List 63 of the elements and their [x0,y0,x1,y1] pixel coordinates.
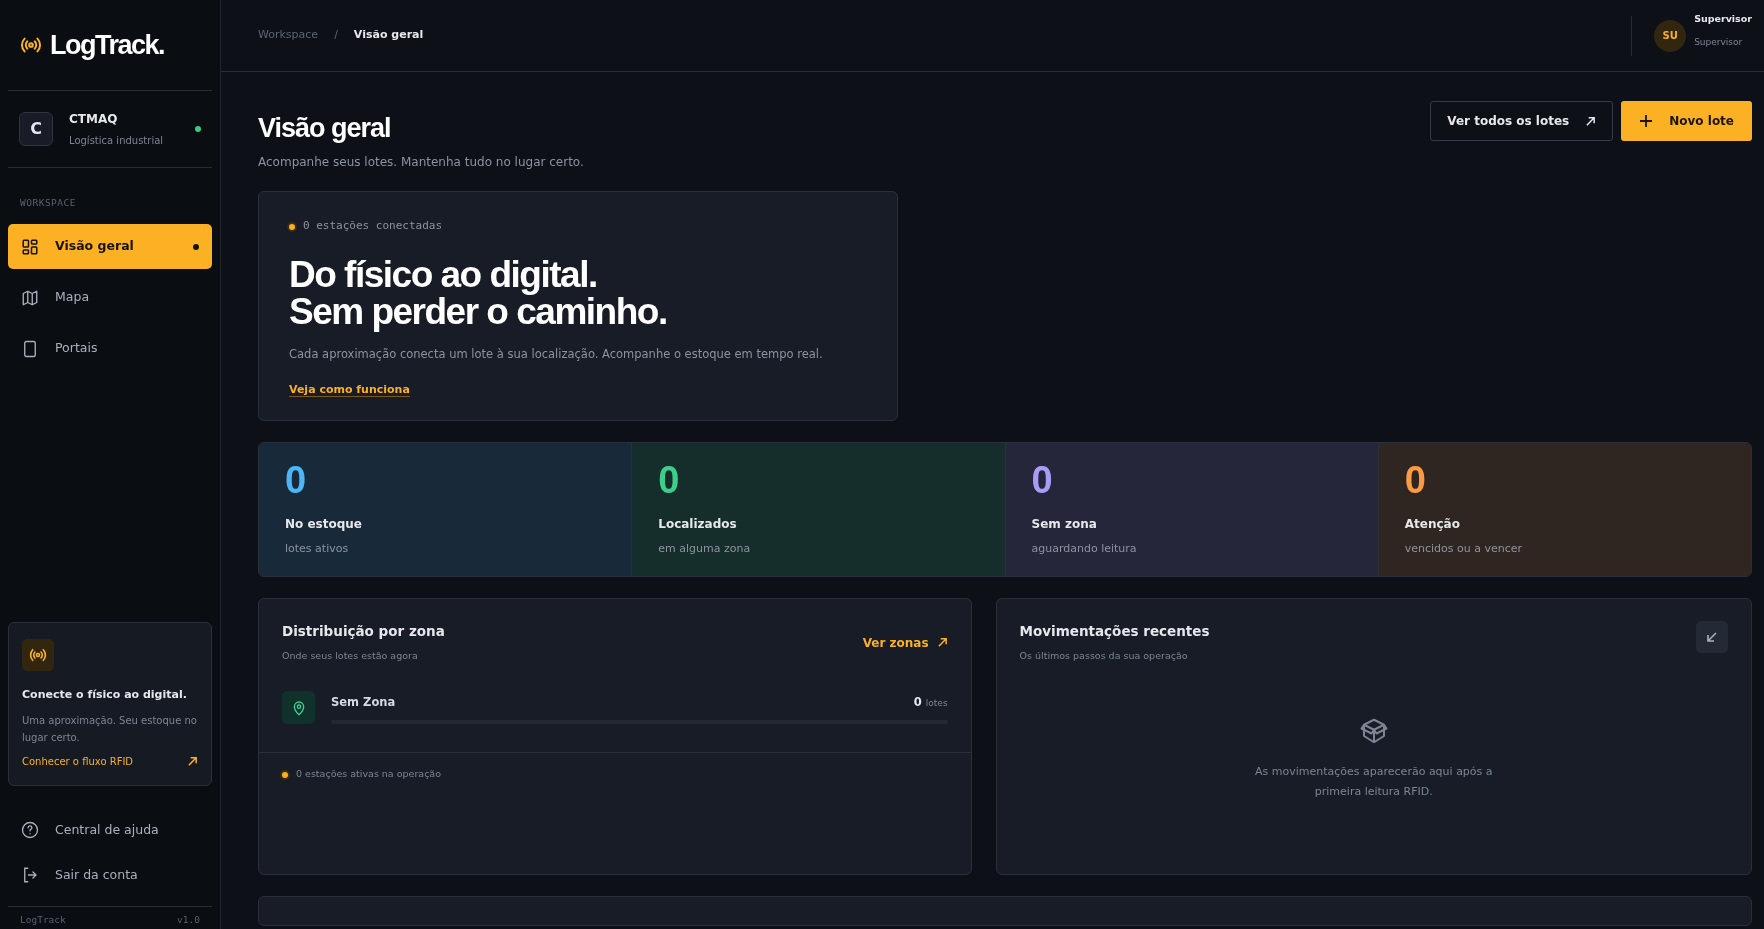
stat-caption: em alguma zona [658,541,752,558]
zone-unit: lotes [925,698,948,709]
user-role: Supervisor [1694,36,1744,50]
org-avatar: C [19,112,53,146]
zone-count: 0 [913,695,922,710]
stat-label: Localizados [658,516,738,534]
nav-item[interactable]: Mapa [8,275,212,321]
zones-link[interactable]: Ver zonas [862,633,948,652]
logo-text: LogTrack. [50,28,165,62]
plus-icon [1639,114,1654,128]
footer-link[interactable]: Sair da conta [8,852,212,898]
logout-icon [21,866,39,885]
hero-link[interactable]: Veja como funciona [289,382,410,397]
org-name: CTMAQ [69,110,119,128]
breadcrumb-separator: / [334,27,338,44]
empty-message: As movimentações aparecerão aqui após a primeira leitura RFID. [1254,763,1494,800]
page-subtitle: Acompanhe seus lotes. Mantenha tudo no lugar certo. [258,153,585,171]
version-label: v1.0 [177,912,200,927]
stat-value: 0 [1404,461,1427,500]
panel-subtitle: Os últimos passos da sua operação [1019,649,1189,664]
panel-title: Movimentações recentes [1019,621,1211,641]
zone-name: Sem Zona [331,694,396,712]
new-batch-button[interactable]: Novo lote [1621,101,1752,141]
stat-value: 0 [658,461,681,500]
status-dot [289,223,295,230]
section-label: WORKSPACE [19,196,77,210]
stat-value: 0 [285,461,308,500]
promo-text: Uma aproximação. Seu estoque no lugar certo. [22,713,198,745]
nav-item[interactable]: Visão geral [8,224,212,270]
arrow-up-right-icon [187,755,198,767]
hero-text: Cada aproximação conecta um lote à sua localização. Acompanhe o estoque em tempo real. [289,345,824,363]
nav-item[interactable]: Portais [8,326,212,372]
tablet-icon [21,339,39,358]
user-name: Supervisor [1694,12,1752,26]
org-subtitle: Logística industrial [69,133,165,148]
collapse-button[interactable] [1696,620,1728,653]
stat-label: No estoque [285,516,363,534]
footer-link[interactable]: Central de ajuda [8,807,212,853]
zones-footer: 0 estações ativas na operação [296,767,441,782]
map-icon [21,288,39,307]
stat-label: Sem zona [1031,516,1098,534]
view-all-button[interactable]: Ver todos os lotes [1430,101,1614,141]
user-avatar[interactable]: SU [1654,19,1687,52]
panel-title: Distribuição por zona [282,621,446,641]
station-status: 0 estações conectadas [303,218,443,235]
arrow-up-right-icon [1585,115,1597,127]
help-icon [21,821,39,840]
stat-caption: vencidos ou a vencer [1404,541,1524,558]
stat-label: Atenção [1404,516,1461,534]
panel-subtitle: Onde seus lotes estão agora [282,649,419,664]
stat-caption: aguardando leitura [1031,541,1138,558]
promo-link[interactable]: Conhecer o fluxo RFID [22,753,198,769]
status-dot [282,771,288,778]
stat-caption: lotes ativos [285,541,350,558]
app-name: LogTrack [20,912,66,927]
hero-headline: Do físico ao digital. [289,255,598,293]
grid-icon [21,237,39,256]
breadcrumb-item[interactable]: Visão geral [353,27,424,44]
arrow-up-right-icon [936,637,948,649]
page-title: Visão geral [258,112,392,145]
stat-value: 0 [1031,461,1054,500]
promo-title: Conecte o físico ao digital. [22,687,188,704]
arrow-down-left-icon [1706,630,1718,643]
